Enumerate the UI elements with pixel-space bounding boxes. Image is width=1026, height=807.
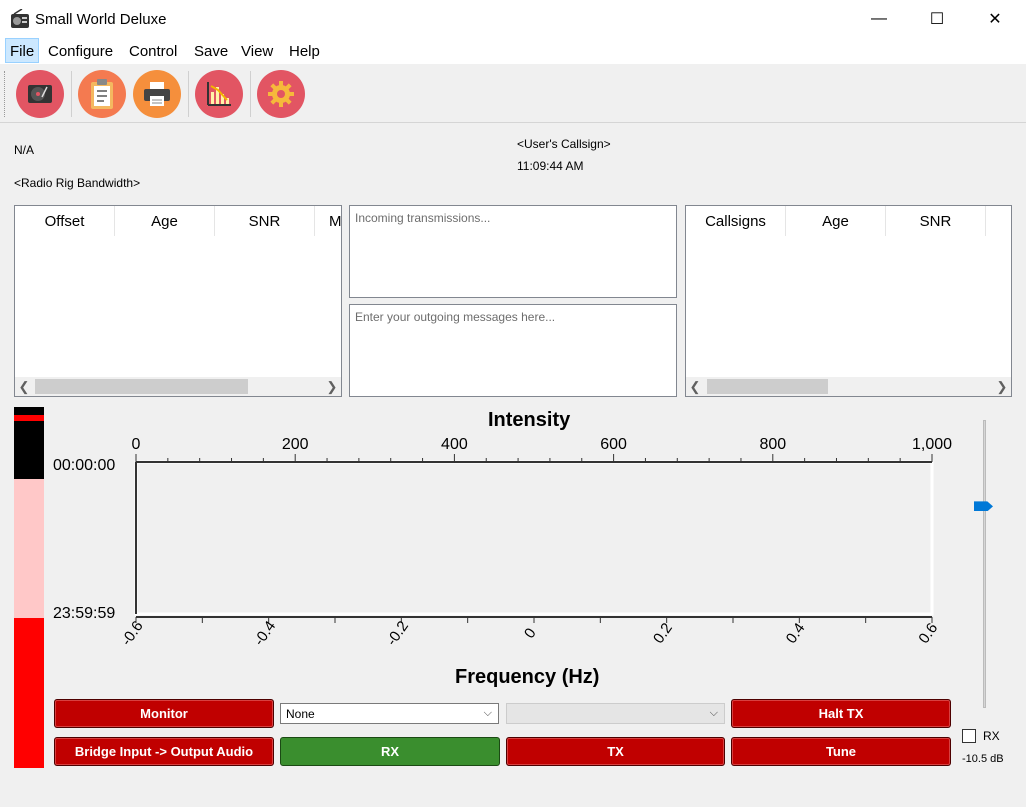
- outgoing-message-input[interactable]: Enter your outgoing messages here...: [349, 304, 677, 397]
- audio-device-select-value: None: [286, 707, 315, 721]
- chart-icon[interactable]: [195, 70, 243, 118]
- menu-view[interactable]: View: [241, 42, 273, 61]
- clipboard-icon[interactable]: [78, 70, 126, 118]
- incoming-messages-box[interactable]: Incoming transmissions...: [349, 205, 677, 298]
- gain-db-label: -10.5 dB: [962, 753, 1004, 765]
- top-tick-label: 600: [600, 436, 627, 453]
- gain-slider-track[interactable]: [983, 420, 986, 708]
- time-end-label: 23:59:59: [53, 605, 116, 622]
- x-axis-label: Frequency (Hz): [455, 666, 600, 688]
- toolbar-separator: [71, 71, 72, 117]
- bottom-tick-label: 0.4: [783, 620, 809, 647]
- maximize-button[interactable]: ☐: [908, 0, 966, 38]
- scrollbar-thumb[interactable]: [707, 379, 828, 394]
- scroll-left-icon[interactable]: ❮: [686, 377, 704, 396]
- bottom-tick-label: 0.2: [650, 620, 676, 647]
- tx-button[interactable]: TX: [506, 737, 725, 766]
- top-tick-label: 0: [132, 436, 141, 453]
- bottom-tick-label: 0: [521, 625, 540, 642]
- bandwidth-label: <Radio Rig Bandwidth>: [14, 176, 141, 190]
- bottom-tick-label: 0.6: [915, 620, 941, 647]
- top-tick-label: 1,000: [912, 436, 952, 453]
- secondary-select[interactable]: ⌵: [506, 703, 725, 724]
- menu-control[interactable]: Control: [129, 42, 177, 61]
- column-header-mode[interactable]: M: [315, 206, 341, 236]
- top-tick-label: 800: [759, 436, 786, 453]
- horizontal-scrollbar[interactable]: ❮ ❯: [686, 377, 1011, 396]
- scroll-right-icon[interactable]: ❯: [993, 377, 1011, 396]
- settings-gear-icon[interactable]: [257, 70, 305, 118]
- toolbar-separator: [250, 71, 251, 117]
- rx-checkbox-label: RX: [983, 729, 1000, 743]
- toolbar-separator: [188, 71, 189, 117]
- bottom-tick-label: -0.4: [251, 618, 280, 649]
- scroll-left-icon[interactable]: ❮: [15, 377, 33, 396]
- scrollbar-thumb[interactable]: [35, 379, 248, 394]
- offset-table[interactable]: Offset Age SNR M ❮ ❯: [14, 205, 342, 397]
- chevron-down-icon: ⌵: [483, 707, 492, 719]
- audio-device-select[interactable]: None ⌵: [280, 703, 499, 724]
- minimize-button[interactable]: —: [850, 0, 908, 38]
- waterfall-plot[interactable]: 0 200 400 600 800 1,000 -0.6 -0.4 -0.2 0 0.2 0.4 0.6: [120, 430, 970, 655]
- column-header-snr[interactable]: SNR: [215, 206, 315, 236]
- column-header-snr[interactable]: SNR: [886, 206, 986, 236]
- clock-label: 11:09:44 AM: [517, 159, 584, 173]
- plot-area: [134, 460, 934, 616]
- bottom-tick-label: -0.6: [120, 618, 147, 649]
- menu-save[interactable]: Save: [194, 42, 228, 61]
- menu-bar: File Configure Control Save View Help: [0, 38, 1026, 64]
- close-button[interactable]: ✕: [966, 0, 1024, 38]
- column-header-age[interactable]: Age: [115, 206, 215, 236]
- toolbar: [0, 65, 1026, 123]
- title-bar: Small World Deluxe — ☐ ✕: [0, 0, 1026, 38]
- column-header-callsigns[interactable]: Callsigns: [686, 206, 786, 236]
- record-player-icon[interactable]: [16, 70, 64, 118]
- monitor-button[interactable]: Monitor: [54, 699, 274, 728]
- column-header-offset[interactable]: Offset: [15, 206, 115, 236]
- callsigns-table[interactable]: Callsigns Age SNR ❮ ❯: [685, 205, 1012, 397]
- signal-level-meter: [14, 407, 44, 768]
- menu-help[interactable]: Help: [289, 42, 320, 61]
- bridge-audio-button[interactable]: Bridge Input -> Output Audio: [54, 737, 274, 766]
- horizontal-scrollbar[interactable]: ❮ ❯: [15, 377, 341, 396]
- printer-icon[interactable]: [133, 70, 181, 118]
- menu-configure[interactable]: Configure: [48, 42, 113, 61]
- rx-checkbox[interactable]: [962, 729, 976, 743]
- halt-tx-button[interactable]: Halt TX: [731, 699, 951, 728]
- callsign-label: <User's Callsign>: [517, 137, 611, 151]
- column-header-age[interactable]: Age: [786, 206, 886, 236]
- time-start-label: 00:00:00: [53, 457, 116, 474]
- rx-button[interactable]: RX: [280, 737, 500, 766]
- bottom-tick-label: -0.2: [383, 618, 412, 649]
- status-label: N/A: [14, 143, 35, 157]
- tune-button[interactable]: Tune: [731, 737, 951, 766]
- radio-app-icon: [11, 9, 29, 28]
- window-title: Small World Deluxe: [35, 11, 167, 28]
- gain-slider-thumb[interactable]: [974, 501, 993, 512]
- chart-title: Intensity: [488, 409, 571, 431]
- top-tick-label: 200: [282, 436, 309, 453]
- chevron-down-icon: ⌵: [709, 707, 718, 719]
- menu-file[interactable]: File: [5, 38, 40, 63]
- top-tick-label: 400: [441, 436, 468, 453]
- scroll-right-icon[interactable]: ❯: [323, 377, 341, 396]
- toolbar-grip[interactable]: [4, 71, 8, 117]
